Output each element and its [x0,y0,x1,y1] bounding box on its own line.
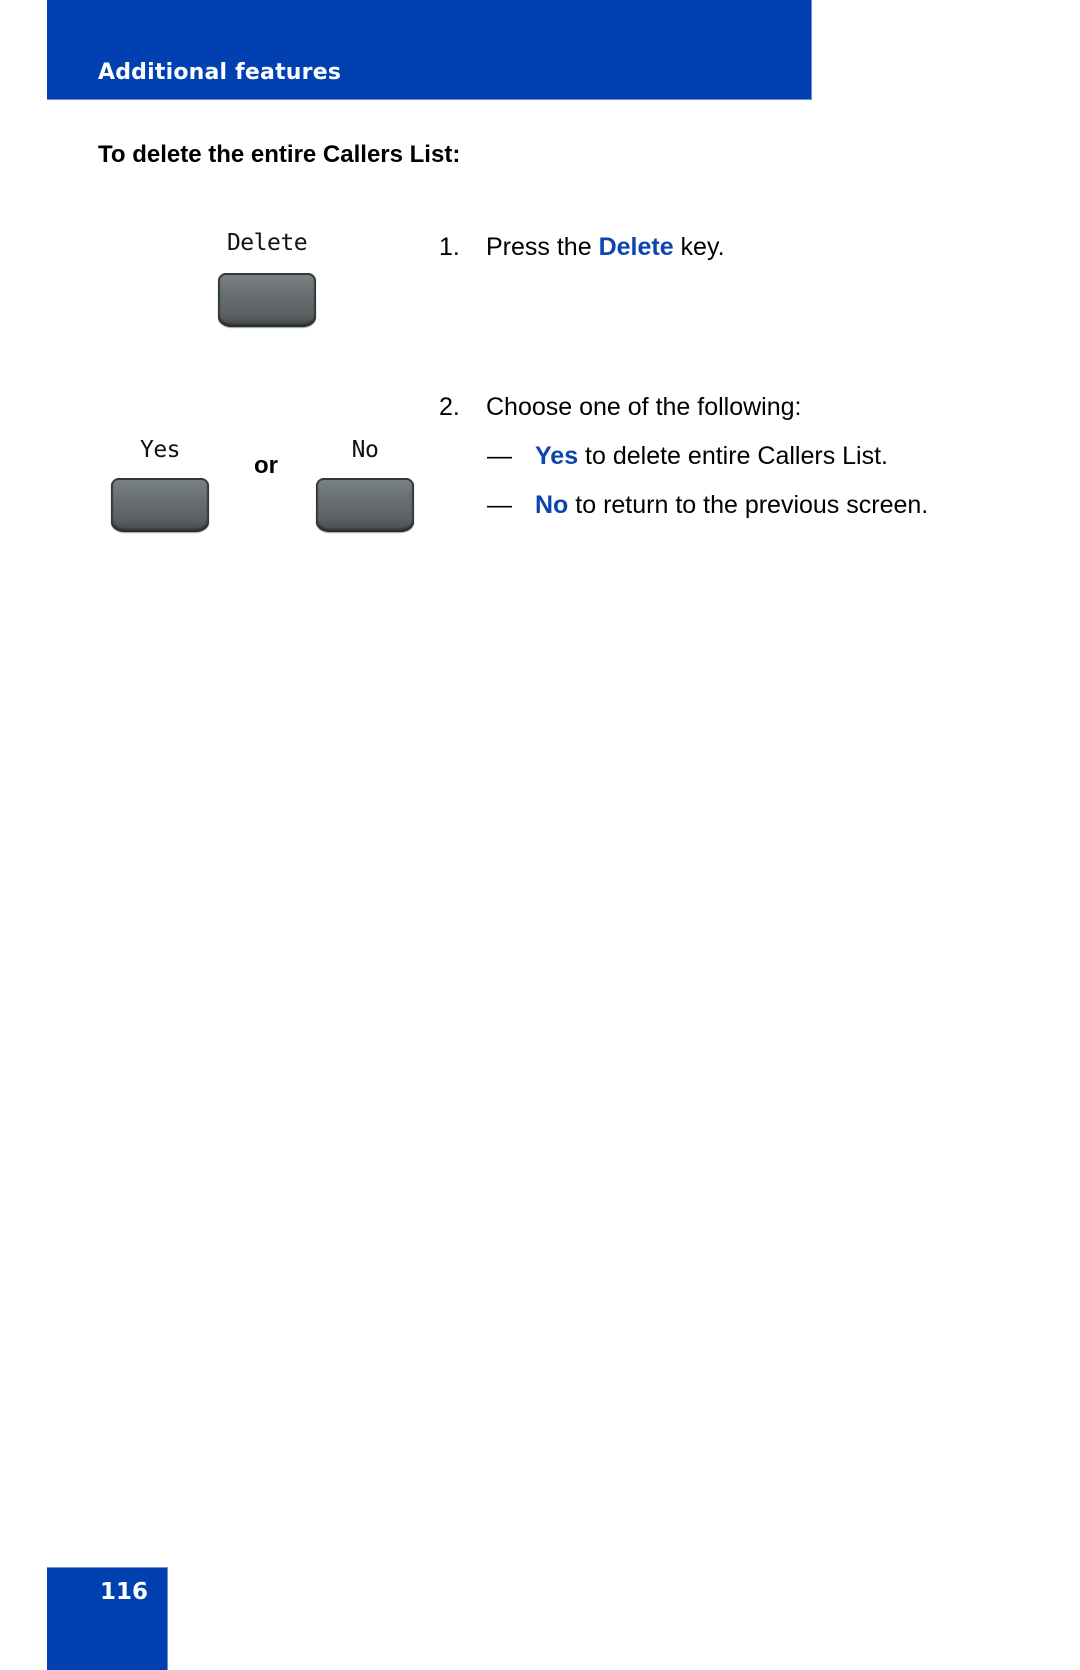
yes-key-reference: Yes [535,442,579,470]
option-description: to return to the previous screen. [568,491,929,519]
yes-softkey-icon[interactable] [111,478,209,532]
option-text: No to return to the previous screen. [535,491,928,520]
or-separator: or [254,452,278,479]
no-key-reference: No [535,491,569,519]
step-number: 1. [439,233,460,261]
step-number: 2. [439,393,460,421]
option-description: to delete entire Callers List. [578,442,888,470]
no-key-label: No [351,437,379,463]
yes-key-label: Yes [139,437,181,463]
step-text-suffix: key. [673,233,725,261]
page-number-box: 116 [47,1567,168,1670]
delete-key-label: Delete [226,230,308,256]
step-text-prefix: Press the [486,233,599,261]
chapter-header-bar: Additional features [47,0,812,100]
step-text: Choose one of the following: [486,393,802,421]
page-number: 116 [99,1579,148,1605]
option-text: Yes to delete entire Callers List. [535,442,888,471]
delete-key-reference: Delete [598,233,674,261]
no-softkey-icon[interactable] [316,478,414,532]
em-dash: — [487,442,512,470]
step-text: Press the Delete key. [486,233,725,262]
delete-softkey-icon[interactable] [218,273,316,327]
chapter-title: Additional features [98,60,342,85]
section-heading: To delete the entire Callers List: [98,141,461,168]
em-dash: — [487,491,512,519]
